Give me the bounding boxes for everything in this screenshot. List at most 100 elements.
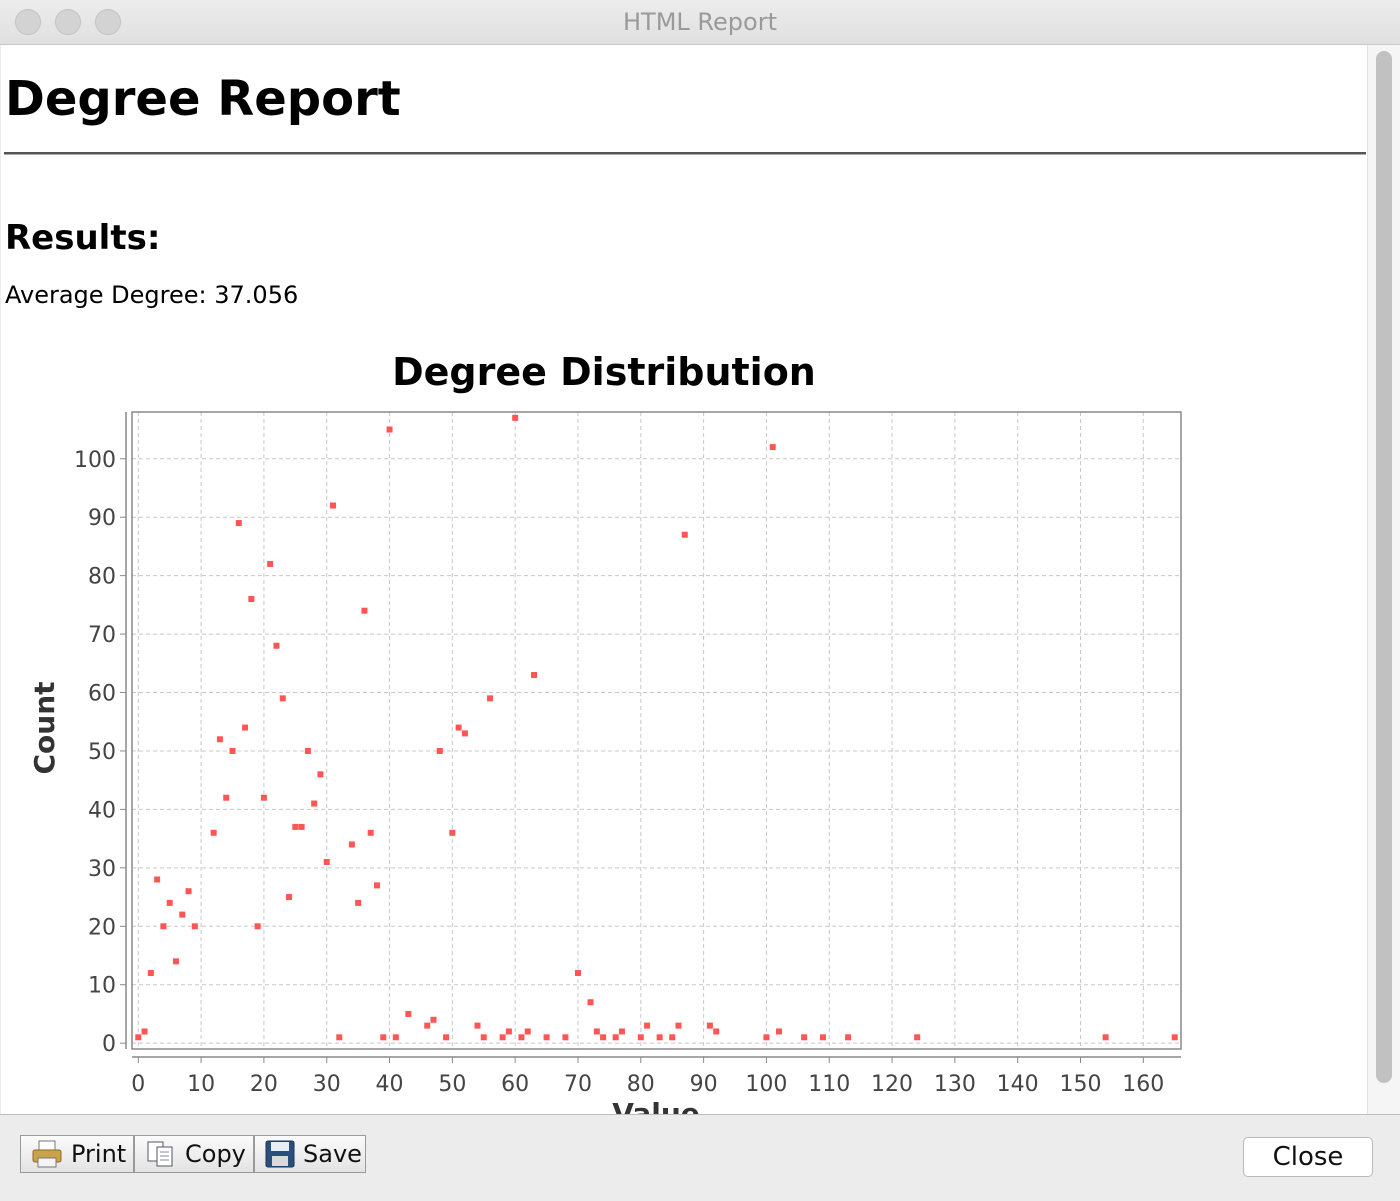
data-point	[574, 970, 581, 977]
data-point	[518, 1034, 525, 1041]
x-tick-label: 160	[1122, 1072, 1164, 1097]
data-point	[355, 899, 362, 906]
x-tick-label: 90	[690, 1072, 718, 1097]
y-tick-label: 90	[88, 506, 116, 531]
save-label: Save	[303, 1140, 362, 1168]
data-point	[317, 771, 324, 778]
x-tick-label: 80	[627, 1072, 655, 1097]
data-point	[323, 858, 330, 865]
data-point	[474, 1022, 481, 1029]
close-button[interactable]: Close	[1243, 1137, 1373, 1177]
data-point	[260, 794, 267, 801]
y-tick-label: 100	[74, 448, 116, 473]
data-point	[348, 841, 355, 848]
data-point	[480, 1034, 487, 1041]
data-point	[706, 1022, 713, 1029]
data-point	[405, 1010, 412, 1017]
title-bar: HTML Report	[0, 0, 1400, 45]
data-point	[367, 829, 374, 836]
y-tick-label: 50	[88, 740, 116, 765]
data-point	[600, 1034, 607, 1041]
scrollbar-thumb[interactable]	[1376, 51, 1392, 1083]
window-title: HTML Report	[623, 8, 777, 36]
data-point	[443, 1034, 450, 1041]
data-point	[386, 426, 393, 433]
print-button[interactable]: Print	[20, 1135, 134, 1173]
data-point	[172, 958, 179, 965]
data-point	[254, 923, 261, 930]
data-point	[298, 823, 305, 830]
data-point	[242, 724, 249, 731]
data-point	[618, 1028, 625, 1035]
data-point	[292, 823, 299, 830]
y-tick-label: 30	[88, 857, 116, 882]
data-point	[543, 1034, 550, 1041]
y-tick-label: 0	[102, 1032, 116, 1057]
x-tick-label: 70	[564, 1072, 592, 1097]
copy-icon	[147, 1141, 173, 1167]
data-point	[179, 911, 186, 918]
data-point	[166, 899, 173, 906]
data-point	[487, 695, 494, 702]
data-point	[267, 560, 274, 567]
data-point	[713, 1028, 720, 1035]
x-tick-label: 150	[1059, 1072, 1101, 1097]
y-tick-label: 40	[88, 798, 116, 823]
data-point	[154, 876, 161, 883]
data-point	[141, 1028, 148, 1035]
data-point	[286, 894, 293, 901]
data-point	[229, 747, 236, 754]
data-point	[675, 1022, 682, 1029]
data-point	[210, 829, 217, 836]
data-point	[637, 1034, 644, 1041]
y-tick-label: 60	[88, 682, 116, 707]
x-tick-label: 100	[745, 1072, 787, 1097]
copy-label: Copy	[185, 1140, 246, 1168]
data-point	[147, 970, 154, 977]
printer-icon	[32, 1140, 62, 1168]
x-axis-label: Value	[612, 1097, 700, 1114]
save-button[interactable]: Save	[254, 1135, 366, 1173]
vertical-scrollbar[interactable]	[1367, 45, 1400, 1114]
y-tick-label: 20	[88, 915, 116, 940]
data-point	[223, 794, 230, 801]
data-point	[336, 1034, 343, 1041]
data-point	[775, 1028, 782, 1035]
data-point	[819, 1034, 826, 1041]
data-point	[380, 1034, 387, 1041]
data-point	[461, 730, 468, 737]
x-tick-label: 110	[808, 1072, 850, 1097]
data-point	[562, 1034, 569, 1041]
x-tick-label: 120	[871, 1072, 913, 1097]
data-point	[505, 1028, 512, 1035]
data-point	[424, 1022, 431, 1029]
data-point	[914, 1034, 921, 1041]
data-point	[304, 747, 311, 754]
x-tick-label: 40	[376, 1072, 404, 1097]
data-point	[135, 1034, 142, 1041]
data-point	[330, 502, 337, 509]
data-point	[669, 1034, 676, 1041]
copy-button[interactable]: Copy	[134, 1135, 254, 1173]
data-point	[1102, 1034, 1109, 1041]
data-point	[216, 736, 223, 743]
data-point	[512, 414, 519, 421]
data-point	[769, 444, 776, 451]
data-point	[524, 1028, 531, 1035]
data-point	[656, 1034, 663, 1041]
data-point	[248, 596, 255, 603]
report-content: Degree Report Results: Average Degree: 3…	[1, 45, 1367, 1114]
data-point	[449, 829, 456, 836]
data-point	[191, 923, 198, 930]
data-point	[587, 999, 594, 1006]
data-point	[361, 607, 368, 614]
data-point	[311, 800, 318, 807]
y-tick-label: 80	[88, 565, 116, 590]
footer-bar: Print Copy Save Close	[0, 1114, 1400, 1201]
data-point	[273, 642, 280, 649]
floppy-disk-icon	[265, 1140, 295, 1168]
data-point	[531, 671, 538, 678]
y-tick-label: 70	[88, 623, 116, 648]
x-tick-label: 30	[313, 1072, 341, 1097]
data-point	[593, 1028, 600, 1035]
